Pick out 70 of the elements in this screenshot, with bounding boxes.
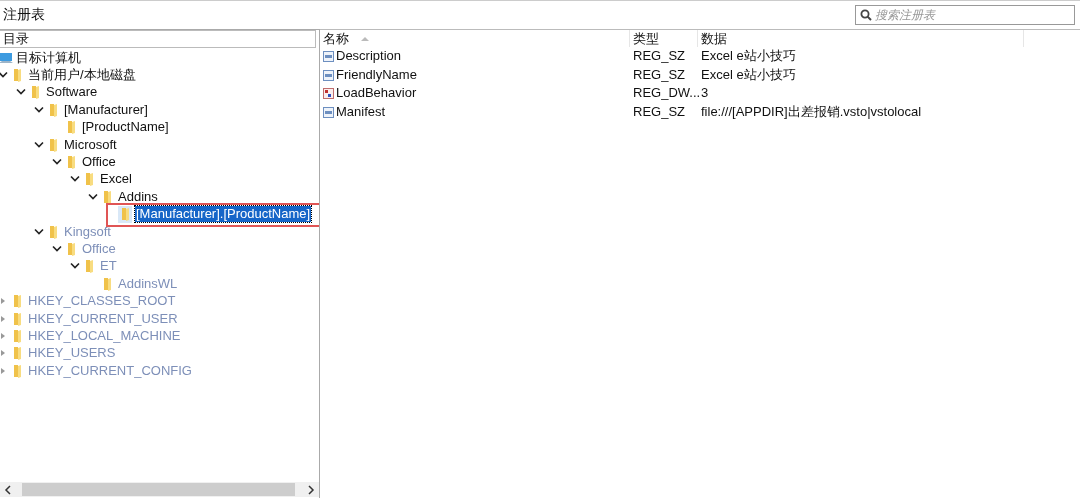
- tree-item[interactable]: Addins: [117, 188, 159, 205]
- chevron-down-icon[interactable]: [34, 227, 44, 236]
- tree-item[interactable]: Excel: [99, 171, 133, 188]
- string-value-icon: [323, 69, 334, 81]
- search-field[interactable]: 搜索注册表: [855, 4, 1075, 25]
- column-header[interactable]: 类型: [630, 30, 698, 47]
- collapsed-arrow-icon[interactable]: [0, 366, 6, 375]
- string-value-icon: [323, 106, 334, 118]
- folder-icon: [84, 172, 94, 187]
- folder-icon: [48, 224, 58, 239]
- tree-item[interactable]: 目标计算机: [16, 49, 82, 66]
- tree-item[interactable]: Software: [45, 84, 99, 101]
- table-cell-text: FriendlyName: [336, 65, 417, 84]
- chevron-down-icon[interactable]: [88, 192, 98, 201]
- folder-icon: [12, 311, 22, 326]
- column-header[interactable]: 名称: [320, 30, 630, 47]
- folder-icon: [12, 68, 22, 83]
- folder-icon: [66, 155, 76, 170]
- chevron-down-icon[interactable]: [34, 140, 44, 149]
- string-value-icon: [323, 50, 334, 62]
- table-cell: Manifest: [336, 103, 386, 122]
- collapsed-arrow-icon[interactable]: [0, 349, 6, 358]
- chevron-down-icon[interactable]: [52, 245, 62, 253]
- chevron-down-icon[interactable]: [52, 158, 62, 167]
- chevron-down-icon[interactable]: [16, 88, 26, 97]
- tree-item[interactable]: Office: [81, 154, 117, 171]
- folder-icon: [12, 328, 22, 343]
- horizontal-scrollbar[interactable]: [0, 482, 319, 497]
- folder-icon: [102, 276, 112, 291]
- tree-item[interactable]: 当前用户/本地磁盘: [27, 67, 137, 84]
- folder-icon: [12, 363, 22, 378]
- table-cell-text: REG_DW...: [632, 84, 698, 103]
- tree-item[interactable]: [ProductName]: [81, 119, 170, 136]
- folder-icon: [120, 207, 130, 222]
- column-header: 目录: [0, 30, 316, 48]
- table-cell-text: REG_SZ: [632, 103, 686, 122]
- tree-item[interactable]: Microsoft: [63, 136, 118, 153]
- chevron-down-icon[interactable]: [70, 262, 80, 271]
- folder-icon: [84, 259, 94, 274]
- window-title: 注册表: [2, 6, 45, 24]
- chevron-down-icon[interactable]: [70, 175, 80, 184]
- table-cell-text: REG_SZ: [632, 65, 686, 84]
- folder-icon: [30, 85, 40, 100]
- scroll-right-icon[interactable]: [307, 484, 315, 495]
- chevron-down-icon[interactable]: [34, 105, 44, 114]
- binary-value-icon: [323, 88, 334, 100]
- folder-icon: [102, 189, 112, 204]
- table-cell-text: LoadBehavior: [336, 84, 417, 103]
- collapsed-arrow-icon[interactable]: [0, 314, 6, 323]
- sort-arrow-icon: [361, 36, 369, 41]
- folder-icon: [48, 137, 58, 152]
- computer-icon: [0, 51, 13, 65]
- folder-icon: [66, 120, 76, 135]
- folder-icon: [12, 294, 22, 309]
- tree-item[interactable]: [Manufacturer]: [63, 101, 149, 118]
- tree-item[interactable]: [Manufacturer].[ProductName]: [135, 206, 312, 223]
- collapsed-arrow-icon[interactable]: [0, 331, 6, 340]
- table-cell-text: Description: [336, 47, 402, 65]
- table-cell-text: 3: [700, 84, 709, 103]
- chevron-down-icon[interactable]: [0, 71, 8, 80]
- folder-icon: [48, 102, 58, 117]
- table-cell-text: Excel e站小技巧: [700, 65, 796, 84]
- column-header[interactable]: 数据: [698, 30, 1024, 47]
- folder-icon: [12, 346, 22, 361]
- table-cell-text: REG_SZ: [632, 47, 686, 65]
- collapsed-arrow-icon[interactable]: [0, 297, 6, 306]
- table-cell-text: Excel e站小技巧: [700, 47, 796, 65]
- folder-icon: [66, 242, 76, 256]
- table-cell-text: file:///[APPDIR]出差报销.vsto|vstolocal: [700, 103, 922, 122]
- scroll-left-icon[interactable]: [4, 484, 12, 495]
